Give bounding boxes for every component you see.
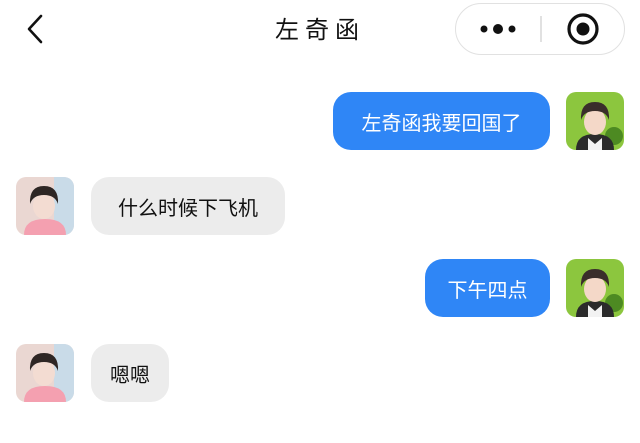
close-button[interactable] <box>542 4 624 54</box>
avatar-image <box>16 177 74 235</box>
avatar-self[interactable] <box>566 92 624 150</box>
message-bubble-received[interactable]: 嗯嗯 <box>91 344 169 402</box>
more-dots-icon <box>480 24 516 34</box>
more-button[interactable] <box>456 4 540 54</box>
message-bubble-sent[interactable]: 左奇函我要回国了 <box>333 92 550 150</box>
message-bubble-received[interactable]: 什么时候下飞机 <box>91 177 285 235</box>
avatar-image <box>566 92 624 150</box>
message-text: 左奇函我要回国了 <box>361 110 522 135</box>
target-circle-icon <box>567 13 599 45</box>
message-text: 下午四点 <box>447 277 528 302</box>
avatar-contact[interactable] <box>16 177 74 235</box>
mini-program-capsule <box>455 3 625 55</box>
avatar-image <box>16 344 74 402</box>
avatar-self[interactable] <box>566 259 624 317</box>
message-text: 嗯嗯 <box>110 362 150 387</box>
avatar-contact[interactable] <box>16 344 74 402</box>
message-text: 什么时候下飞机 <box>118 195 258 220</box>
message-bubble-sent[interactable]: 下午四点 <box>425 259 550 317</box>
avatar-image <box>566 259 624 317</box>
